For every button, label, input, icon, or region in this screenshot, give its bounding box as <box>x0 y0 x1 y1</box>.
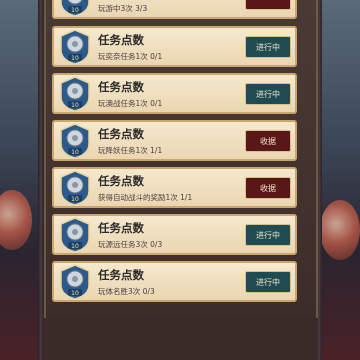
task-description: 玩体名胜3次 0/3 <box>98 287 155 296</box>
task-row: 10 任务点数 获得自动战斗的奖励1次 1/1 收据 <box>52 167 297 208</box>
claim-button[interactable]: 收据 <box>245 130 291 152</box>
task-title: 任务点数 <box>98 268 144 282</box>
task-badge-icon: 10 <box>58 123 92 159</box>
task-title: 任务点数 <box>98 80 144 94</box>
task-description: 玩源远任务3次 0/3 <box>98 240 163 249</box>
in-progress-button[interactable]: 进行中 <box>245 83 291 105</box>
task-description: 获得自动战斗的奖励1次 1/1 <box>98 193 193 202</box>
task-badge-icon: 10 <box>58 0 92 17</box>
task-badge-icon: 10 <box>58 264 92 300</box>
svg-text:10: 10 <box>71 149 79 156</box>
task-row: 10 任务点数 玩澳战任务1次 0/1 进行中 <box>52 73 297 114</box>
task-row: 10 任务点数 玩源远任务3次 0/3 进行中 <box>52 214 297 255</box>
blossom-tree-right-decoration <box>320 200 360 260</box>
task-title: 任务点数 <box>98 127 144 141</box>
task-description: 玩游中3次 3/3 <box>98 4 148 13</box>
svg-text:10: 10 <box>71 290 79 297</box>
task-title: 任务点数 <box>98 33 144 47</box>
task-row: 10 任务点数 玩降妖任务1次 1/1 收据 <box>52 120 297 161</box>
task-title: 任务点数 <box>98 221 144 235</box>
task-badge-icon: 10 <box>58 170 92 206</box>
task-description: 玩奕奈任务1次 0/1 <box>98 52 163 61</box>
svg-text:10: 10 <box>71 7 79 14</box>
claim-button[interactable] <box>245 0 291 10</box>
svg-text:10: 10 <box>71 55 79 62</box>
in-progress-button[interactable]: 进行中 <box>245 36 291 58</box>
panel-bottom-area <box>44 318 318 360</box>
task-row: 10 任务点数 玩体名胜3次 0/3 进行中 <box>52 261 297 302</box>
in-progress-button[interactable]: 进行中 <box>245 271 291 293</box>
task-row: 10 玩游中3次 3/3 <box>52 0 297 19</box>
in-progress-button[interactable]: 进行中 <box>245 224 291 246</box>
task-description: 玩降妖任务1次 1/1 <box>98 146 163 155</box>
task-badge-icon: 10 <box>58 217 92 253</box>
task-description: 玩澳战任务1次 0/1 <box>98 99 163 108</box>
task-row: 10 任务点数 玩奕奈任务1次 0/1 进行中 <box>52 26 297 67</box>
svg-text:10: 10 <box>71 102 79 109</box>
task-badge-icon: 10 <box>58 76 92 112</box>
task-title: 任务点数 <box>98 174 144 188</box>
task-badge-icon: 10 <box>58 29 92 65</box>
svg-text:10: 10 <box>71 196 79 203</box>
svg-text:10: 10 <box>71 243 79 250</box>
claim-button[interactable]: 收据 <box>245 177 291 199</box>
